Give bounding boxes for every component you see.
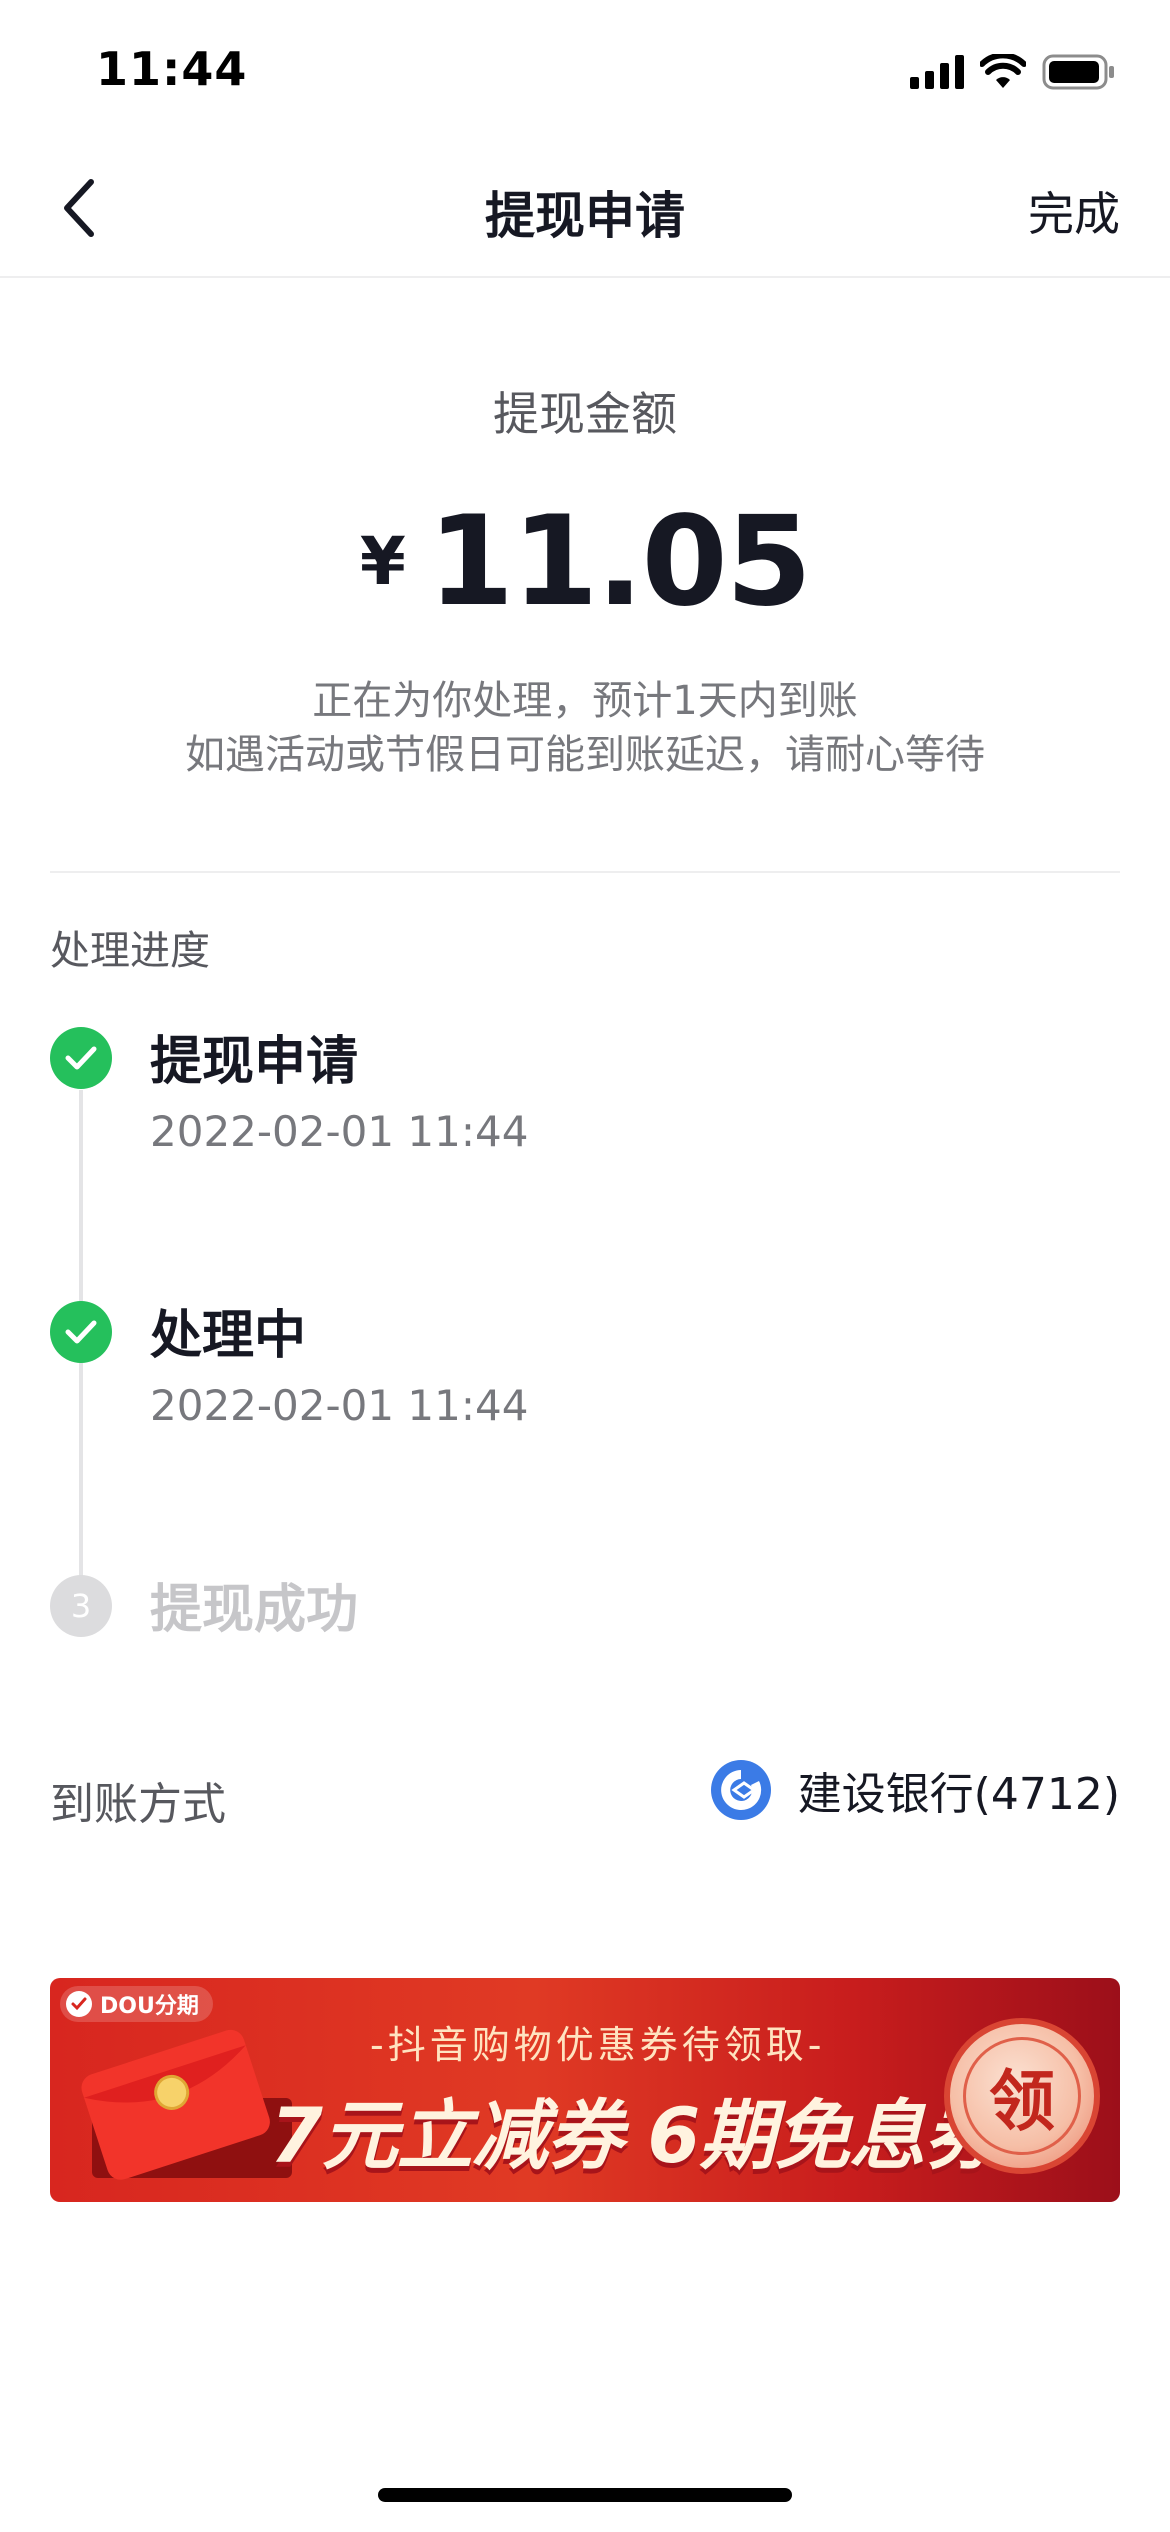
ccb-logo-icon (710, 1760, 771, 1820)
withdrawal-screen: 11:44 提现申请 完成 提现金额 ¥ 11.05 正在为你处理，预计1天内到… (0, 0, 1170, 2532)
battery-icon (1042, 54, 1114, 90)
amount-value: 11.05 (427, 490, 812, 634)
currency-symbol: ¥ (359, 523, 406, 600)
processing-note: 正在为你处理，预计1天内到账 (312, 678, 858, 724)
navigation-bar: 提现申请 完成 (0, 140, 1170, 278)
page-title: 提现申请 (485, 187, 685, 245)
step-title: 提现成功 (150, 1580, 359, 1640)
claim-label: 领 (963, 2037, 1081, 2155)
arrival-method-label: 到账方式 (50, 1779, 226, 1830)
done-button[interactable]: 完成 (1028, 178, 1120, 244)
step-time: 2022-02-01 11:44 (150, 1381, 529, 1430)
bank-account: 建设银行(4712) (797, 1769, 1120, 1820)
status-bar: 11:44 (0, 0, 1170, 140)
status-time: 11:44 (96, 42, 248, 96)
check-circle-icon (50, 1301, 112, 1363)
home-indicator[interactable] (378, 2488, 792, 2502)
step-number-badge: 3 (50, 1575, 112, 1637)
badge-label: DOU分期 (100, 1994, 199, 2019)
status-icons (910, 52, 1116, 92)
amount-label: 提现金额 (493, 387, 677, 441)
banner-subtitle: -抖音购物优惠券待领取- (370, 2023, 826, 2067)
promo-banner[interactable]: DOU分期 -抖音购物优惠券待领取- 7元立减券 6期免息券 领 (50, 1978, 1120, 2202)
dou-installment-badge: DOU分期 (60, 1986, 213, 2022)
step-title: 提现申请 (150, 1032, 359, 1092)
claim-button[interactable]: 领 (944, 2018, 1100, 2174)
divider (50, 871, 1120, 873)
dou-logo-icon (66, 1991, 92, 2017)
delay-note: 如遇活动或节假日可能到账延迟，请耐心等待 (185, 732, 985, 778)
step-title: 处理中 (150, 1306, 307, 1366)
arrival-method-value: 建设银行(4712) (710, 1758, 1120, 1822)
check-circle-icon (50, 1027, 112, 1089)
cellular-signal-icon (910, 55, 964, 89)
step-time: 2022-02-01 11:44 (150, 1107, 529, 1156)
banner-headline: 7元立减券 6期免息券 (270, 2091, 1000, 2180)
red-envelope-icon (81, 2029, 292, 2180)
wifi-icon (980, 54, 1026, 88)
amount-display: ¥11.05 (0, 490, 1170, 634)
progress-section-title: 处理进度 (50, 928, 210, 974)
